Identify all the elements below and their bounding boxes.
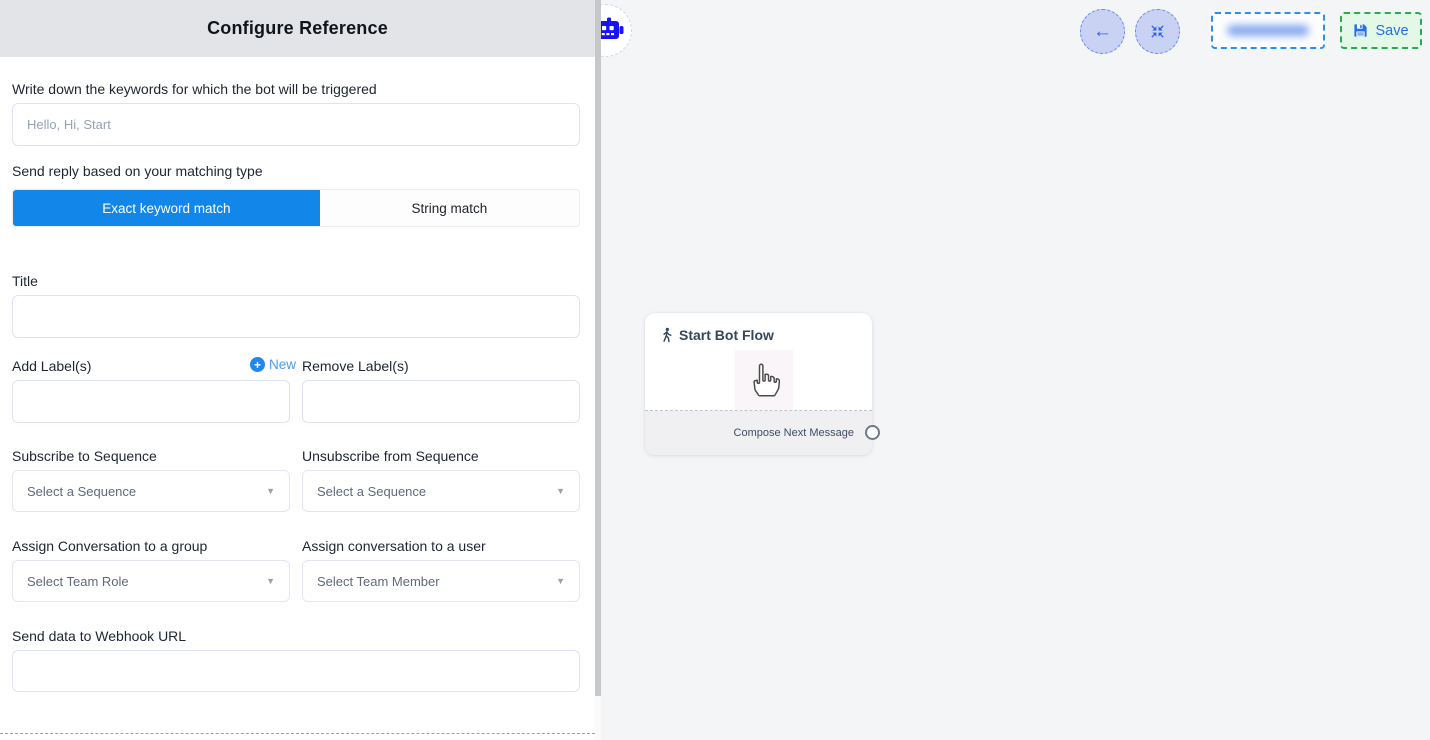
unsubscribe-sequence-select[interactable]: Select a Sequence ▼ xyxy=(302,470,580,512)
assign-user-label: Assign conversation to a user xyxy=(302,538,486,554)
assign-group-label: Assign Conversation to a group xyxy=(12,538,207,554)
chevron-down-icon: ▼ xyxy=(556,576,565,586)
tab-string-match[interactable]: String match xyxy=(320,190,579,226)
node-footer: Compose Next Message xyxy=(645,411,872,455)
hand-cursor-icon xyxy=(746,360,782,400)
new-label-link[interactable]: + New xyxy=(250,357,296,372)
add-labels-label: Add Label(s) xyxy=(12,358,91,374)
save-button[interactable]: Save xyxy=(1340,12,1422,49)
subscribe-sequence-value: Select a Sequence xyxy=(27,484,136,499)
compress-icon xyxy=(1149,23,1166,40)
remove-labels-input[interactable] xyxy=(302,380,580,423)
node-output-port[interactable] xyxy=(865,425,880,440)
panel-header: Configure Reference xyxy=(0,0,595,57)
remove-labels-label: Remove Label(s) xyxy=(302,358,409,374)
panel-bottom-divider xyxy=(0,733,595,734)
matching-type-tabs: Exact keyword match String match xyxy=(12,189,580,227)
fit-view-button[interactable] xyxy=(1135,9,1180,54)
unsubscribe-sequence-value: Select a Sequence xyxy=(317,484,426,499)
assign-user-select[interactable]: Select Team Member ▼ xyxy=(302,560,580,602)
robot-icon xyxy=(601,16,624,44)
add-labels-input[interactable] xyxy=(12,380,290,423)
subscribe-sequence-select[interactable]: Select a Sequence ▼ xyxy=(12,470,290,512)
assign-group-select[interactable]: Select Team Role ▼ xyxy=(12,560,290,602)
hand-cursor-area xyxy=(735,350,793,410)
chevron-down-icon: ▼ xyxy=(556,486,565,496)
node-title: Start Bot Flow xyxy=(679,327,774,343)
walking-person-icon xyxy=(660,327,673,343)
keywords-input[interactable] xyxy=(12,103,580,146)
keywords-label: Write down the keywords for which the bo… xyxy=(12,81,377,97)
flow-canvas[interactable]: ← Save xyxy=(601,0,1430,740)
title-label: Title xyxy=(12,273,38,289)
new-label-text: New xyxy=(269,357,296,372)
save-floppy-icon xyxy=(1353,23,1368,38)
unsubscribe-sequence-label: Unsubscribe from Sequence xyxy=(302,448,479,464)
chevron-down-icon: ▼ xyxy=(266,576,275,586)
back-arrow-icon: ← xyxy=(1093,22,1112,41)
blurred-label xyxy=(1227,25,1309,36)
start-bot-flow-node[interactable]: Start Bot Flow Compose Next Message xyxy=(645,313,872,455)
configure-reference-panel: Configure Reference Write down the keywo… xyxy=(0,0,595,740)
plus-icon: + xyxy=(250,357,265,372)
tab-exact-keyword-match[interactable]: Exact keyword match xyxy=(13,190,320,226)
webhook-input[interactable] xyxy=(12,650,580,692)
assign-user-value: Select Team Member xyxy=(317,574,440,589)
node-header: Start Bot Flow xyxy=(645,313,872,343)
chevron-down-icon: ▼ xyxy=(266,486,275,496)
title-input[interactable] xyxy=(12,295,580,338)
subscribe-sequence-label: Subscribe to Sequence xyxy=(12,448,157,464)
back-button[interactable]: ← xyxy=(1080,9,1125,54)
webhook-label: Send data to Webhook URL xyxy=(12,628,186,644)
assign-group-value: Select Team Role xyxy=(27,574,129,589)
matching-type-label: Send reply based on your matching type xyxy=(12,163,263,179)
redacted-action-button[interactable] xyxy=(1211,12,1325,49)
save-label: Save xyxy=(1375,23,1408,39)
panel-title: Configure Reference xyxy=(207,18,388,39)
compose-next-message-label[interactable]: Compose Next Message xyxy=(734,427,854,439)
bot-flow-builder: Configure Reference Write down the keywo… xyxy=(0,0,1430,740)
